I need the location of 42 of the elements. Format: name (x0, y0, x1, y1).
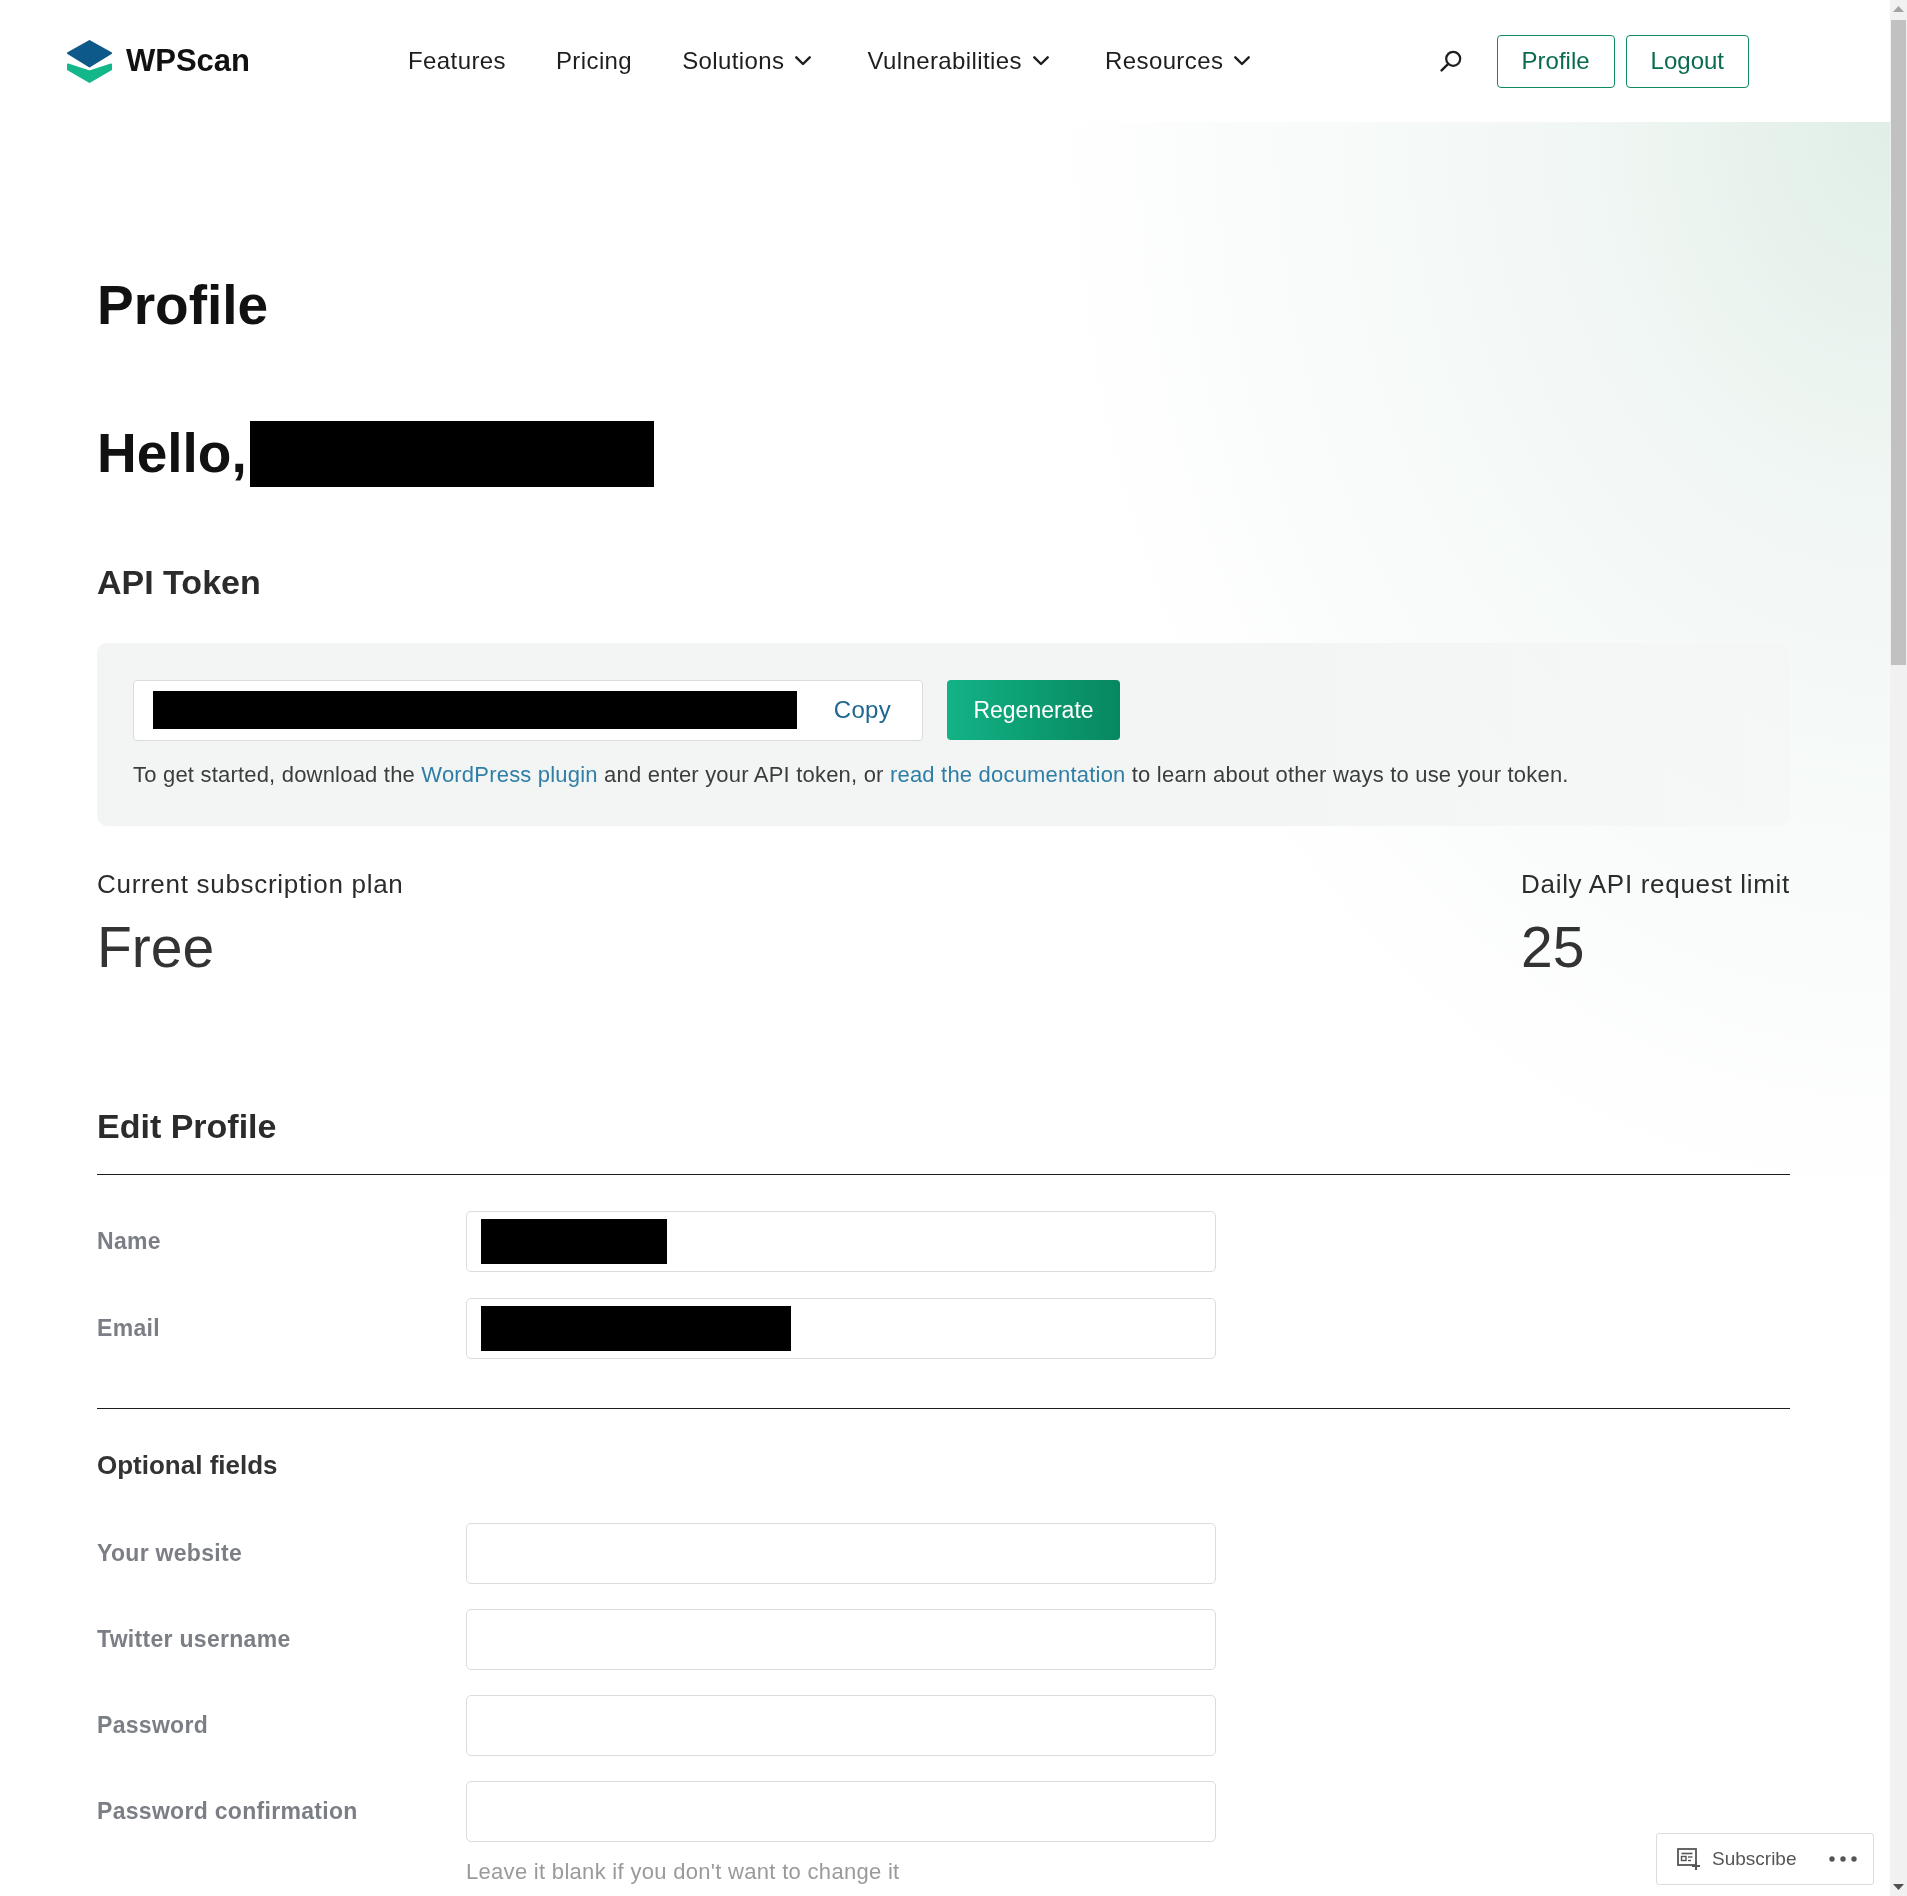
input-field[interactable] (466, 1781, 1216, 1843)
page-title: Profile (97, 273, 269, 338)
field-label: Your website (97, 1540, 243, 1568)
input-field[interactable] (466, 1523, 1216, 1585)
input-field[interactable] (466, 1297, 1216, 1359)
field-label: Password (97, 1712, 209, 1740)
nav-link[interactable]: Pricing (555, 47, 633, 75)
stat-label: Current subscription plan (97, 867, 404, 901)
logout-button[interactable]: Logout (1625, 34, 1749, 88)
greeting-heading: Hello, (97, 421, 247, 487)
nav-link[interactable]: Vulnerabilities (867, 47, 1049, 75)
field-label: Password confirmation (97, 1798, 358, 1826)
logo-icon[interactable] (67, 39, 112, 83)
field-hint: Leave it blank if you don't want to change it (466, 1858, 900, 1886)
input-field[interactable] (466, 1210, 1216, 1272)
section-heading: Optional fields (97, 1448, 278, 1482)
scrollbar-thumb[interactable] (1891, 20, 1906, 665)
field-label: Name (97, 1227, 161, 1255)
api-token-field[interactable]: Copy (133, 679, 923, 741)
subscribe-button[interactable]: Subscribe (1677, 1848, 1797, 1870)
copy-button[interactable]: Copy (833, 696, 891, 725)
profile-button[interactable]: Profile (1496, 34, 1615, 88)
scroll-down-icon[interactable] (1893, 1884, 1904, 1890)
reader-add-icon (1677, 1848, 1701, 1870)
text-link[interactable]: WordPress plugin (421, 761, 598, 787)
field-label: Twitter username (97, 1626, 291, 1654)
input-field[interactable] (466, 1695, 1216, 1757)
text-link[interactable]: read the documentation (889, 761, 1126, 787)
stat-value: Free (97, 914, 215, 982)
nav-link[interactable]: Resources (1105, 47, 1251, 75)
nav-link[interactable]: Solutions (682, 47, 812, 75)
search-icon[interactable] (1439, 50, 1462, 72)
stat-label: Daily API request limit (1521, 867, 1790, 901)
logo-text[interactable]: WPScan (126, 43, 251, 79)
field-label: Email (97, 1314, 160, 1342)
section-heading: Edit Profile (97, 1105, 277, 1147)
api-token-help-text: To get started, download the WordPress plugin and enter your API token, or read the documentation to learn about other ways to use your token. (133, 760, 1569, 789)
input-field[interactable] (466, 1609, 1216, 1671)
section-heading: API Token (97, 561, 261, 603)
nav-link[interactable]: Features (408, 47, 506, 75)
stat-value: 25 (1521, 914, 1585, 982)
more-icon[interactable] (1829, 1856, 1857, 1862)
